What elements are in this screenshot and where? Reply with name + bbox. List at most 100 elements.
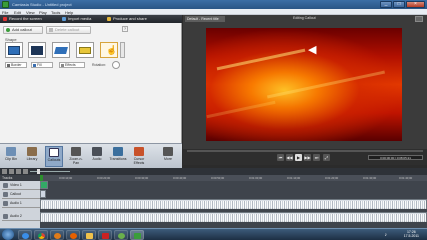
- folder-icon[interactable]: [82, 230, 96, 240]
- effects-label: Effects: [65, 63, 76, 67]
- speaker-icon[interactable]: ♪: [385, 232, 388, 238]
- fill-dropdown[interactable]: Fill: [31, 62, 53, 68]
- chrome-icon[interactable]: [34, 230, 48, 240]
- produce-share-button[interactable]: Produce and share: [106, 16, 166, 22]
- timeline: Tracks 0:00:10;00 0:00:20;00 0:00:30;00 …: [0, 168, 427, 228]
- preview-size-dropdown[interactable]: Default - Recent title: [185, 16, 225, 22]
- track-lock-icon[interactable]: [3, 192, 8, 197]
- tool-more[interactable]: More: [159, 146, 177, 167]
- shape-callout-1[interactable]: [5, 42, 23, 58]
- pdf-icon[interactable]: [98, 230, 112, 240]
- main-toolbar: Record the screen Import media Produce a…: [0, 15, 182, 23]
- zoom-slider[interactable]: [30, 171, 70, 172]
- track-callout[interactable]: Callout: [2, 190, 40, 199]
- maximize-button[interactable]: □: [393, 1, 405, 8]
- shape-callout-4[interactable]: [76, 42, 94, 58]
- track-area[interactable]: [40, 181, 427, 228]
- redo-icon[interactable]: [9, 169, 14, 174]
- video-clip[interactable]: [40, 181, 48, 189]
- shape-scroll[interactable]: [120, 42, 125, 58]
- system-clock[interactable]: 17:26 17.5.2011: [404, 230, 419, 238]
- close-button[interactable]: ×: [406, 1, 425, 8]
- tool-callouts[interactable]: Callouts: [45, 146, 63, 167]
- border-label: Border: [11, 63, 22, 67]
- import-label: Import media: [68, 16, 92, 21]
- camtasia-task-icon[interactable]: [130, 230, 144, 240]
- audio-icon: [92, 147, 102, 156]
- previous-icon[interactable]: ⏮: [277, 154, 284, 161]
- paint-icon[interactable]: [114, 230, 128, 240]
- tool-audio[interactable]: Audio: [88, 146, 106, 167]
- add-callout-button[interactable]: Add callout: [3, 26, 43, 34]
- add-callout-label: Add callout: [12, 27, 32, 32]
- more-icon: [163, 147, 173, 156]
- firefox-icon[interactable]: [66, 230, 80, 240]
- play-icon[interactable]: ▶: [295, 154, 302, 161]
- track-audio-1[interactable]: Audio 1: [2, 199, 40, 208]
- track-lock-icon[interactable]: [3, 214, 8, 219]
- delete-callout-button[interactable]: Delete callout: [46, 26, 91, 34]
- track-name: Callout: [10, 192, 21, 196]
- undo-icon[interactable]: [2, 169, 7, 174]
- video-canvas[interactable]: ◀: [206, 28, 402, 141]
- taskbar: ♪ 17:26 17.5.2011: [0, 228, 427, 240]
- callout-clip[interactable]: [40, 190, 46, 198]
- record-screen-button[interactable]: Record the screen: [2, 16, 58, 22]
- ruler-tick: 0:01:00;00: [249, 176, 263, 180]
- tool-label: Audio: [92, 157, 102, 161]
- shape-callout-2[interactable]: [28, 42, 46, 58]
- tool-library[interactable]: Library: [23, 146, 41, 167]
- track-video-1[interactable]: Video 1: [2, 181, 40, 190]
- rotation-label: Rotation:: [92, 63, 107, 67]
- task-tools: Clip Bin Library Callouts Zoom-n-Pan Aud…: [0, 143, 182, 168]
- rewind-icon[interactable]: ◀◀: [286, 154, 293, 161]
- split-icon[interactable]: [23, 169, 28, 174]
- callout-panel: Add callout Delete callout ? Shape ☝ Bor…: [0, 23, 182, 143]
- shape-callout-5-selected[interactable]: ☝: [100, 42, 118, 58]
- ie-icon[interactable]: [18, 230, 32, 240]
- zoom-icon: [71, 147, 81, 156]
- ruler-tick: 0:01:10;00: [287, 176, 301, 180]
- tool-zoom-n-pan[interactable]: Zoom-n-Pan: [67, 146, 85, 167]
- fast-forward-icon[interactable]: ▶▶: [304, 154, 311, 161]
- track-audio-2[interactable]: Audio 2: [2, 212, 40, 221]
- help-icon[interactable]: ?: [122, 26, 128, 32]
- track-name: Audio 2: [10, 214, 22, 218]
- next-icon[interactable]: ⏭: [313, 154, 320, 161]
- ruler-tick: 0:00:20;00: [97, 176, 111, 180]
- track-name: Audio 1: [10, 201, 22, 205]
- fullscreen-icon[interactable]: ⤢: [323, 154, 330, 161]
- speaker-callout-icon[interactable]: ◀: [308, 45, 316, 56]
- tool-label: Zoom-n-Pan: [69, 157, 83, 165]
- record-label: Record the screen: [9, 16, 42, 21]
- tool-clip-bin[interactable]: Clip Bin: [2, 146, 20, 167]
- hand-cursor-icon: ☝: [106, 45, 118, 55]
- effects-dropdown[interactable]: Effects: [59, 62, 85, 68]
- seek-bar[interactable]: [187, 150, 423, 152]
- delete-callout-label: Delete callout: [55, 27, 80, 32]
- tool-label: More: [164, 157, 172, 161]
- border-dropdown[interactable]: Border: [5, 62, 27, 68]
- tool-label: Transitions: [109, 157, 127, 161]
- detach-preview-icon[interactable]: [415, 16, 423, 22]
- tool-transitions[interactable]: Transitions: [109, 146, 127, 167]
- cut-icon[interactable]: [16, 169, 21, 174]
- camtasia-icon: [2, 1, 9, 8]
- zoom-slider-thumb[interactable]: [37, 169, 40, 174]
- transitions-icon: [113, 147, 123, 156]
- audio-2-clip[interactable]: [40, 212, 427, 222]
- shape-callout-3[interactable]: [52, 42, 70, 58]
- tool-cursor-effects[interactable]: Cursor Effects: [130, 146, 148, 167]
- audio-1-clip[interactable]: [40, 199, 427, 209]
- track-lock-icon[interactable]: [3, 201, 8, 206]
- preview-title: Editing Callout: [293, 16, 316, 20]
- import-media-button[interactable]: Import media: [61, 16, 103, 22]
- track-lock-icon[interactable]: [3, 183, 8, 188]
- window-title: Camtasia Studio - Untitled project: [12, 2, 72, 7]
- tool-label: Cursor Effects: [133, 157, 145, 165]
- rotation-dial[interactable]: [112, 61, 120, 69]
- minimize-button[interactable]: _: [380, 1, 392, 8]
- clock-date: 17.5.2011: [403, 234, 419, 238]
- media-player-icon[interactable]: [50, 230, 64, 240]
- start-orb-icon[interactable]: [2, 229, 14, 240]
